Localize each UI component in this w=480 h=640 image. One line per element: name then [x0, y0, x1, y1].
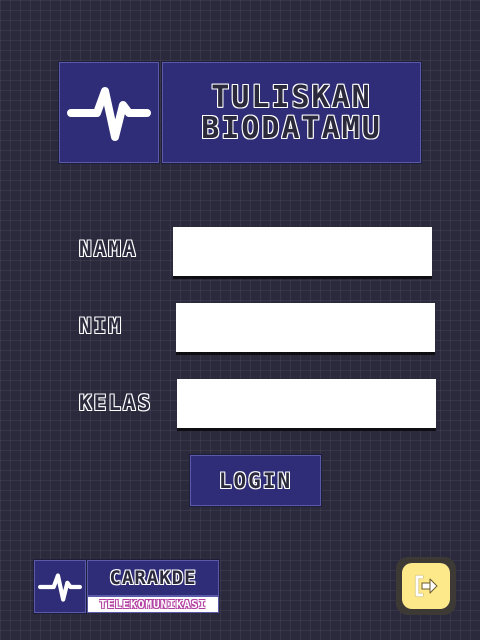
page-title: TULISKAN BIODATAMU — [162, 62, 421, 163]
nim-label: NIM — [79, 314, 123, 338]
brand-tagline-box: TELEKOMUNIKASI — [87, 596, 219, 613]
login-button[interactable]: LOGIN — [190, 455, 321, 506]
brand-name-box: CARAKDE — [87, 560, 219, 596]
heartbeat-pulse-icon — [67, 86, 151, 141]
exit-button-face — [402, 563, 450, 609]
heartbeat-pulse-icon — [38, 572, 82, 602]
login-button-label: LOGIN — [218, 468, 293, 493]
page-title-line1: TULISKAN — [211, 79, 372, 115]
brand-logo-mark — [34, 560, 86, 613]
exit-button[interactable] — [396, 557, 456, 615]
brand-logo: CARAKDE TELEKOMUNIKASI — [34, 560, 219, 613]
brand-tagline: TELEKOMUNIKASI — [99, 598, 207, 611]
kelas-input[interactable] — [177, 379, 436, 428]
kelas-label: KELAS — [79, 391, 153, 415]
brand-name: CARAKDE — [109, 567, 197, 589]
nama-input[interactable] — [173, 227, 432, 276]
page-title-line2: BIODATAMU — [201, 110, 382, 146]
exit-door-icon — [415, 575, 438, 597]
header-logo — [59, 62, 159, 163]
nama-label: NAMA — [79, 237, 138, 261]
nim-input[interactable] — [176, 303, 435, 352]
